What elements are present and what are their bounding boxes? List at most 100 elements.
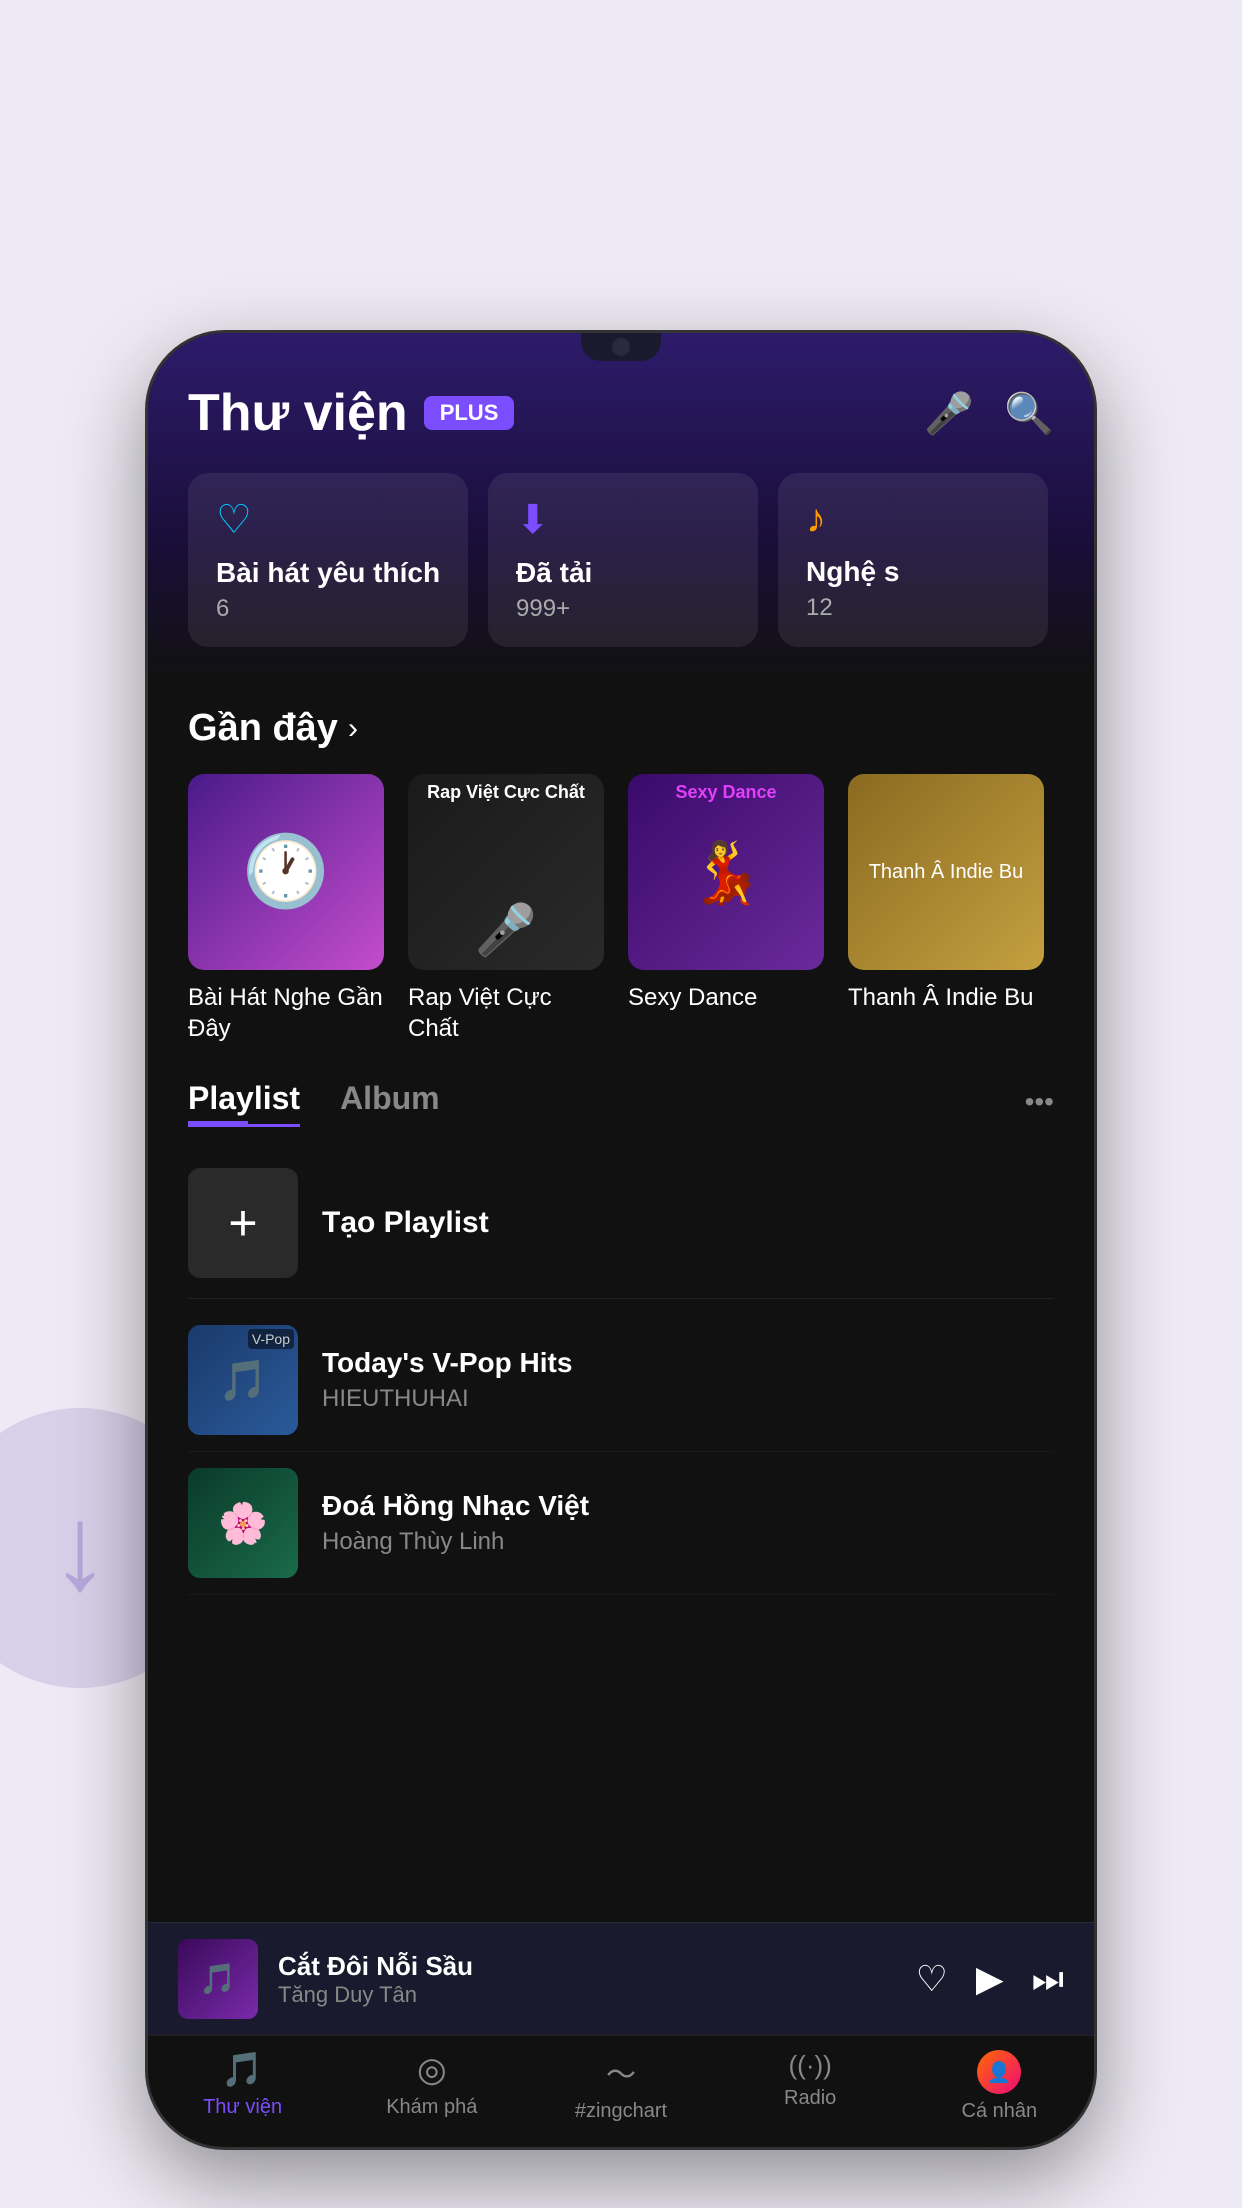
recent-item-history[interactable]: 🕐 Bài Hát Nghe Gần Đây [188, 774, 384, 1044]
explore-nav-label: Khám phá [386, 2096, 477, 2119]
recent-items-row: 🕐 Bài Hát Nghe Gần Đây Rap Việt Cực Chất… [188, 774, 1054, 1044]
playlist-author-doa: Hoàng Thùy Linh [322, 1528, 1054, 1556]
recent-item-sexy[interactable]: Sexy Dance 💃 Sexy Dance [628, 774, 824, 1044]
artist-card-icon: ♪ [806, 497, 1020, 542]
profile-nav-label: Cá nhân [962, 2100, 1038, 2123]
explore-nav-icon: ◎ [417, 2050, 447, 2090]
sexy-thumb-bg: Sexy Dance 💃 [628, 774, 824, 970]
mini-player-thumbnail: 🎵 [178, 1939, 258, 2019]
playlist-info-doa: Đoá Hồng Nhạc Việt Hoàng Thùy Linh [322, 1490, 1054, 1556]
mini-player-controls: ♡ ▶ ⏭ [916, 1958, 1064, 2001]
search-icon[interactable]: 🔍 [1004, 390, 1054, 437]
heart-card-icon: ♡ [216, 497, 440, 543]
nav-item-library[interactable]: 🎵 Thư viện [183, 2050, 303, 2123]
quick-card-artists[interactable]: ♪ Nghệ s 12 [778, 473, 1048, 647]
tab-album[interactable]: Album [340, 1080, 440, 1124]
phone-notch [581, 333, 661, 361]
playlist-thumb-vpop: V-Pop 🎵 [188, 1325, 298, 1435]
zingchart-nav-icon: 〜 [606, 2050, 636, 2094]
plus-badge[interactable]: PLUS [424, 396, 515, 430]
download-card-icon: ⬇ [516, 497, 730, 543]
camera-dot [612, 338, 630, 356]
create-playlist-label: Tạo Playlist [322, 1206, 489, 1240]
recent-thumb-thanh: Thanh Â Indie Bu [848, 774, 1044, 970]
rap-thumb-bg: Rap Việt Cực Chất 🎤 [408, 774, 604, 970]
header-title-group: Thư viện PLUS [188, 383, 514, 443]
side-button [1094, 613, 1097, 733]
nav-item-explore[interactable]: ◎ Khám phá [372, 2050, 492, 2123]
microphone-icon[interactable]: 🎤 [924, 390, 974, 437]
next-control-icon[interactable]: ⏭ [1032, 1958, 1064, 2001]
playlist-info-vpop: Today's V-Pop Hits HIEUTHUHAI [322, 1347, 1054, 1413]
phone-screen: Thư viện PLUS 🎤 🔍 ♡ Bài hát yêu thích 6 [148, 333, 1094, 2147]
playlist-thumb-doa: 🌸 [188, 1468, 298, 1578]
app-header: Thư viện PLUS 🎤 🔍 ♡ Bài hát yêu thích 6 [148, 333, 1094, 677]
card-label-downloaded: Đã tải [516, 557, 730, 589]
tab-album-label: Album [340, 1080, 440, 1124]
vpop-label: V-Pop [248, 1329, 294, 1349]
heart-control-icon[interactable]: ♡ [916, 1958, 948, 2000]
library-nav-icon: 🎵 [221, 2050, 263, 2090]
app-title: Thư viện [188, 383, 408, 443]
sexy-overlay-label: Sexy Dance [675, 782, 776, 803]
recent-label-history: Bài Hát Nghe Gần Đây [188, 982, 384, 1044]
tabs-row: Playlist Album ••• [188, 1080, 1054, 1124]
recent-label-rap: Rap Việt Cực Chất [408, 982, 604, 1044]
card-label-artists: Nghệ s [806, 556, 1020, 588]
quick-cards-row: ♡ Bài hát yêu thích 6 ⬇ Đã tải 999+ ♪ Ng… [188, 473, 1054, 647]
play-control-icon[interactable]: ▶ [976, 1958, 1004, 2000]
tabs-left: Playlist Album [188, 1080, 440, 1124]
playlist-name-vpop: Today's V-Pop Hits [322, 1347, 1054, 1379]
phone-frame: Thư viện PLUS 🎤 🔍 ♡ Bài hát yêu thích 6 [145, 330, 1097, 2150]
recent-item-thanh[interactable]: Thanh Â Indie Bu Thanh Â Indie Bu [848, 774, 1044, 1044]
mini-thumb-art: 🎵 [199, 1962, 236, 1997]
playlist-item-doa[interactable]: 🌸 Đoá Hồng Nhạc Việt Hoàng Thùy Linh [188, 1452, 1054, 1595]
nav-item-zingchart[interactable]: 〜 #zingchart [561, 2050, 681, 2123]
recent-title: Gần đây [188, 707, 338, 750]
avatar-img: 👤 [987, 2060, 1012, 2085]
create-playlist-icon: + [188, 1168, 298, 1278]
nav-item-profile[interactable]: 👤 Cá nhân [939, 2050, 1059, 2123]
recent-section-header: Gần đây › [188, 707, 1054, 750]
header-icons: 🎤 🔍 [924, 390, 1054, 437]
recent-item-rap[interactable]: Rap Việt Cực Chất 🎤 Rap Việt Cực Chất [408, 774, 604, 1044]
card-count-artists: 12 [806, 594, 1020, 622]
thanh-thumb-bg: Thanh Â Indie Bu [848, 774, 1044, 970]
card-count-downloaded: 999+ [516, 595, 730, 623]
rap-overlay: 🎤 [408, 774, 604, 970]
radio-nav-icon: ((·)) [789, 2050, 832, 2081]
playlist-item-vpop[interactable]: V-Pop 🎵 Today's V-Pop Hits HIEUTHUHAI [188, 1309, 1054, 1452]
profile-avatar: 👤 [977, 2050, 1021, 2094]
tab-playlist[interactable]: Playlist [188, 1080, 300, 1124]
playlist-author-vpop: HIEUTHUHAI [322, 1385, 1054, 1413]
phone-mockup: Thư viện PLUS 🎤 🔍 ♡ Bài hát yêu thích 6 [145, 330, 1097, 2150]
zingchart-nav-label: #zingchart [575, 2100, 667, 2123]
create-playlist-row[interactable]: + Tạo Playlist [188, 1148, 1054, 1299]
quick-card-favorites[interactable]: ♡ Bài hát yêu thích 6 [188, 473, 468, 647]
card-label-favorites: Bài hát yêu thích [216, 557, 440, 589]
recent-thumb-rap: Rap Việt Cực Chất 🎤 [408, 774, 604, 970]
header-top-row: Thư viện PLUS 🎤 🔍 [188, 383, 1054, 443]
playlist-name-doa: Đoá Hồng Nhạc Việt [322, 1490, 1054, 1522]
tabs-more-icon[interactable]: ••• [1025, 1086, 1054, 1118]
library-nav-label: Thư viện [203, 2096, 282, 2119]
quick-card-downloaded[interactable]: ⬇ Đã tải 999+ [488, 473, 758, 647]
plus-icon: + [228, 1194, 257, 1252]
recent-label-thanh: Thanh Â Indie Bu [848, 982, 1044, 1013]
nav-item-radio[interactable]: ((·)) Radio [750, 2050, 870, 2123]
card-count-favorites: 6 [216, 595, 440, 623]
download-arrow-icon: ↓ [50, 1479, 110, 1617]
recent-thumb-history: 🕐 [188, 774, 384, 970]
mini-player-title: Cắt Đôi Nỗi Sầu [278, 1951, 896, 1982]
recent-thumb-sexy: Sexy Dance 💃 [628, 774, 824, 970]
doa-thumb-bg: 🌸 [188, 1468, 298, 1578]
app-content: Gần đây › 🕐 Bài Hát Nghe Gần Đây [148, 677, 1094, 1922]
vpop-thumb-bg: V-Pop 🎵 [188, 1325, 298, 1435]
radio-nav-label: Radio [784, 2087, 836, 2110]
recent-arrow-icon[interactable]: › [348, 712, 358, 746]
tab-playlist-label: Playlist [188, 1080, 300, 1127]
clock-thumb: 🕐 [188, 774, 384, 970]
mini-player-artist: Tăng Duy Tân [278, 1982, 896, 2008]
mini-player[interactable]: 🎵 Cắt Đôi Nỗi Sầu Tăng Duy Tân ♡ ▶ ⏭ [148, 1922, 1094, 2035]
mini-player-info: Cắt Đôi Nỗi Sầu Tăng Duy Tân [278, 1951, 896, 2008]
